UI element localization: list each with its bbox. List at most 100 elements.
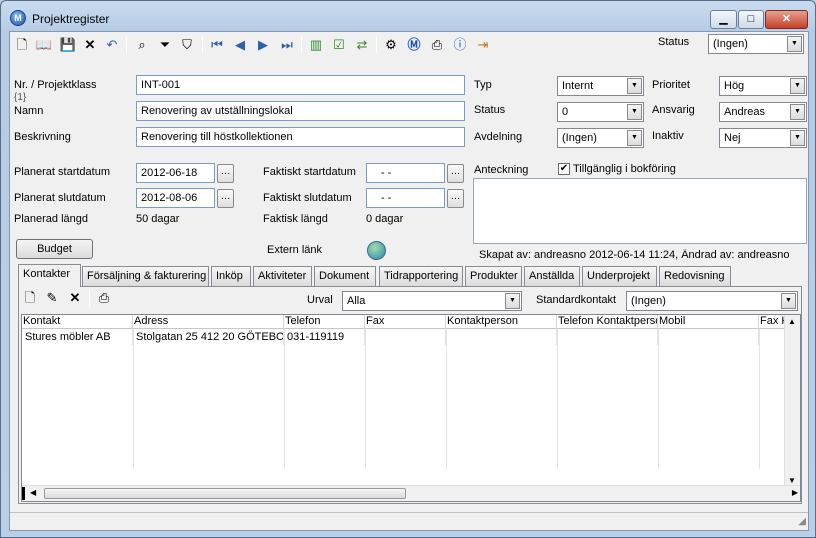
undo-icon[interactable]: ↶: [103, 36, 121, 54]
last-record-icon[interactable]: ⏭: [278, 36, 296, 54]
open-book-icon[interactable]: 📖: [35, 36, 53, 54]
tab-kontakter[interactable]: Kontakter: [18, 264, 81, 287]
scroll-right-icon[interactable]: ▶: [792, 488, 798, 497]
chevron-down-icon[interactable]: ▼: [790, 130, 805, 146]
chevron-down-icon[interactable]: ▼: [781, 293, 796, 309]
plan-slut-field[interactable]: 2012-08-06: [136, 188, 215, 208]
new-document-icon[interactable]: 🗋: [13, 36, 31, 54]
nr-label: Nr. / Projektklass: [14, 79, 97, 91]
tab-forsaljning[interactable]: Försäljning & fakturering: [82, 266, 209, 286]
tab-aktiviteter[interactable]: Aktiviteter: [253, 266, 312, 286]
print-icon[interactable]: ⎙: [428, 36, 446, 54]
standardkontakt-select[interactable]: (Ingen) ▼: [626, 291, 798, 311]
next-record-icon[interactable]: ▶: [254, 36, 272, 54]
tab-tidrapportering[interactable]: Tidrapportering: [379, 266, 463, 286]
budget-button[interactable]: Budget: [16, 239, 93, 259]
tab-anstallda[interactable]: Anställda: [524, 266, 580, 286]
tab-dokument[interactable]: Dokument: [314, 266, 376, 286]
column-header-telefon[interactable]: Telefon: [284, 315, 365, 329]
cell-fax: [365, 329, 446, 345]
chevron-down-icon[interactable]: ▼: [790, 78, 805, 94]
anteckning-textarea[interactable]: [473, 178, 807, 244]
urval-label: Urval: [307, 294, 333, 306]
clear-filter-icon[interactable]: ⛉: [178, 36, 196, 54]
chevron-down-icon[interactable]: ▼: [627, 104, 642, 120]
toolbar: 🗋 📖 💾 ✕ ↶ ⌕ ⏷ ⛉ ⏮ ◀ ▶ ⏭ ▥ ☑ ⇄ ⚙ Ⓜ ⎙ ⓘ ⇥ …: [10, 32, 808, 58]
checklist-icon[interactable]: ☑: [330, 36, 348, 54]
delete-contact-icon[interactable]: ✕: [66, 289, 84, 307]
previous-record-icon[interactable]: ◀: [231, 36, 249, 54]
scroll-down-icon[interactable]: ▼: [788, 476, 796, 485]
first-record-icon[interactable]: ⏮: [208, 36, 226, 54]
fakt-start-picker-button[interactable]: …: [447, 164, 464, 183]
chevron-down-icon[interactable]: ▼: [627, 130, 642, 146]
scroll-up-icon[interactable]: ▲: [788, 317, 796, 326]
fakt-slut-field[interactable]: - -: [366, 188, 445, 208]
inaktiv-select[interactable]: Nej ▼: [719, 128, 807, 148]
plan-slut-picker-button[interactable]: …: [217, 189, 234, 208]
scroll-left-icon[interactable]: ◀: [30, 488, 36, 497]
column-header-mobil[interactable]: Mobil: [658, 315, 759, 329]
transfer-icon[interactable]: ⇄: [353, 36, 371, 54]
beskrivning-field[interactable]: Renovering till höstkollektionen: [136, 127, 465, 147]
ansvarig-select[interactable]: Andreas ▼: [719, 102, 807, 122]
status-select[interactable]: 0 ▼: [557, 102, 644, 122]
plan-langd-value: 50 dagar: [136, 213, 180, 225]
namn-label: Namn: [14, 105, 44, 117]
bar-chart-icon[interactable]: ▥: [307, 36, 325, 54]
filter-icon[interactable]: ⏷: [156, 36, 174, 54]
save-icon[interactable]: 💾: [59, 36, 77, 54]
close-button[interactable]: ✕: [765, 10, 808, 29]
cell-mobil: [658, 329, 759, 345]
brand-m-icon[interactable]: Ⓜ: [405, 36, 423, 54]
print-contacts-icon[interactable]: ⎙: [95, 289, 113, 307]
tab-underprojekt[interactable]: Underprojekt: [582, 266, 657, 286]
delete-icon[interactable]: ✕: [81, 36, 99, 54]
minimize-button[interactable]: ▁: [710, 10, 737, 29]
add-contact-icon[interactable]: 🗋: [21, 289, 39, 307]
scroll-thumb[interactable]: [44, 488, 406, 499]
plan-start-picker-button[interactable]: …: [217, 164, 234, 183]
urval-select[interactable]: Alla ▼: [342, 291, 522, 311]
column-header-telefon-kontaktperson[interactable]: Telefon Kontaktperson: [557, 315, 658, 329]
maximize-button[interactable]: □: [738, 10, 764, 29]
edit-contact-icon[interactable]: ✎: [43, 289, 61, 307]
column-header-fax-k[interactable]: Fax K: [759, 315, 786, 329]
globe-link-icon[interactable]: [367, 241, 386, 260]
plan-start-field[interactable]: 2012-06-18: [136, 163, 215, 183]
resize-grip-icon[interactable]: ◢: [798, 516, 806, 527]
fakt-slut-picker-button[interactable]: …: [447, 189, 464, 208]
tab-strip: Kontakter Försäljning & fakturering Inkö…: [18, 264, 802, 287]
prioritet-select[interactable]: Hög ▼: [719, 76, 807, 96]
chevron-down-icon[interactable]: ▼: [627, 78, 642, 94]
tab-produkter[interactable]: Produkter: [465, 266, 522, 286]
chevron-down-icon[interactable]: ▼: [505, 293, 520, 309]
chevron-down-icon[interactable]: ▼: [787, 36, 802, 52]
horizontal-scrollbar[interactable]: ◀ ▶: [22, 485, 800, 501]
column-header-adress[interactable]: Adress: [133, 315, 284, 329]
exit-icon[interactable]: ⇥: [474, 36, 492, 54]
toolbar-status-select[interactable]: (Ingen) ▼: [708, 34, 804, 54]
fakt-start-label: Faktiskt startdatum: [263, 166, 356, 178]
column-header-kontaktperson[interactable]: Kontaktperson: [446, 315, 557, 329]
avdelning-select[interactable]: (Ingen) ▼: [557, 128, 644, 148]
chevron-down-icon[interactable]: ▼: [790, 104, 805, 120]
fakt-start-field[interactable]: - -: [366, 163, 445, 183]
tab-redovisning[interactable]: Redovisning: [659, 266, 731, 286]
nr-field[interactable]: INT-001: [136, 75, 465, 95]
window-title: Projektregister: [32, 12, 110, 26]
column-header-fax[interactable]: Fax: [365, 315, 446, 329]
typ-select[interactable]: Internt ▼: [557, 76, 644, 96]
properties-icon[interactable]: ⚙: [382, 36, 400, 54]
table-row[interactable]: Stures möbler AB Stolgatan 25 412 20 GÖT…: [22, 329, 786, 345]
beskrivning-label: Beskrivning: [14, 131, 71, 143]
search-icon[interactable]: ⌕: [133, 36, 151, 54]
column-header-kontakt[interactable]: Kontakt: [22, 315, 133, 329]
vertical-scrollbar[interactable]: ▲ ▼: [784, 315, 800, 487]
title-bar[interactable]: M Projektregister ▁ □ ✕: [1, 1, 815, 31]
cell-telefon: 031-119119: [284, 329, 365, 345]
namn-field[interactable]: Renovering av utställningslokal: [136, 101, 465, 121]
help-icon[interactable]: ⓘ: [451, 36, 469, 54]
tab-inkop[interactable]: Inköp: [211, 266, 251, 286]
bokforing-checkbox[interactable]: ✔: [558, 163, 570, 175]
